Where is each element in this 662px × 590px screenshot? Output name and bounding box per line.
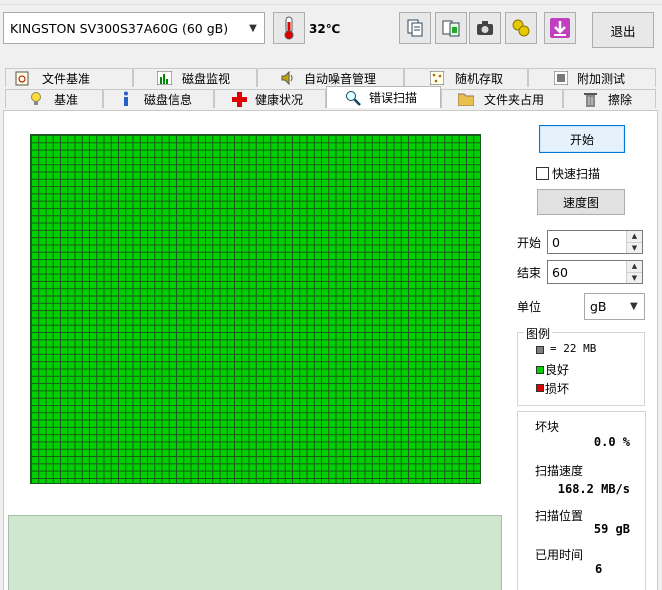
download-button[interactable] (544, 12, 576, 44)
end-position-value[interactable]: 60 (548, 261, 626, 283)
tab-disk-info[interactable]: 磁盘信息 (103, 89, 214, 108)
drive-select[interactable]: KINGSTON SV300S37A60G (60 gB) ▼ (3, 12, 265, 44)
bad-blocks-label: 坏块 (535, 420, 560, 434)
download-icon (550, 18, 570, 38)
scan-speed-value: 168.2 MB/s (557, 482, 630, 496)
tab-label: 自动噪音管理 (304, 71, 377, 86)
elapsed-time-value: 6 (595, 562, 603, 576)
elapsed-time-label: 已用时间 (535, 548, 584, 562)
start-position-value[interactable]: 0 (548, 231, 626, 253)
tab-label: 错误扫描 (369, 91, 418, 105)
tab-random-access[interactable]: 随机存取 (404, 68, 528, 87)
bad-blocks-value: 0.0 % (593, 435, 630, 449)
spin-up-icon[interactable]: ▲ (627, 261, 642, 273)
spin-up-icon[interactable]: ▲ (627, 231, 642, 243)
tab-label: 随机存取 (455, 71, 504, 86)
lightbulb-icon (28, 91, 44, 107)
tab-folder-usage[interactable]: 文件夹占用 (441, 89, 563, 108)
exit-button[interactable]: 退出 (592, 12, 654, 48)
unit-select-value: gB (590, 299, 607, 314)
quick-scan-checkbox[interactable] (536, 167, 549, 180)
tab-noise-management[interactable]: 自动噪音管理 (257, 68, 404, 87)
start-button[interactable]: 开始 (539, 125, 625, 153)
tab-label: 文件基准 (42, 71, 91, 86)
legend-block-size: = 22 MB (550, 342, 597, 355)
scan-log-area (8, 515, 502, 590)
temperature-button[interactable] (273, 12, 305, 44)
chevron-down-icon: ▼ (630, 301, 638, 312)
thermometer-icon (284, 16, 294, 40)
folder-icon (458, 91, 474, 107)
tab-label: 附加测试 (577, 71, 626, 86)
speed-map-button[interactable]: 速度图 (537, 189, 625, 215)
tab-file-benchmark[interactable]: 文件基准 (5, 68, 133, 87)
compare-icon (442, 20, 460, 37)
tab-label: 基准 (54, 92, 79, 107)
dots-icon (429, 70, 445, 86)
speaker-icon (280, 70, 296, 86)
tab-label: 擦除 (608, 92, 633, 107)
tab-disk-monitor[interactable]: 磁盘监视 (133, 68, 257, 87)
magnifier-icon (345, 90, 361, 106)
tab-benchmark[interactable]: 基准 (5, 89, 103, 108)
compare-button[interactable] (435, 12, 467, 44)
temperature-readout: 32℃ (309, 22, 341, 36)
quick-scan-label: 快速扫描 (552, 167, 601, 181)
scan-position-value: 59 gB (593, 522, 630, 536)
tab-erase[interactable]: 擦除 (563, 89, 656, 108)
legend-good-label: 良好 (545, 363, 570, 377)
tab-extra-tests[interactable]: 附加测试 (528, 68, 656, 87)
start-position-spinner[interactable]: 0 ▲ ▼ (547, 230, 643, 254)
tab-label: 健康状况 (255, 92, 304, 107)
copy-button[interactable] (399, 12, 431, 44)
tab-error-scan[interactable]: 错误扫描 (326, 86, 441, 108)
health-icon (512, 19, 530, 37)
chevron-down-icon: ▼ (249, 22, 257, 34)
extra-test-icon (553, 70, 569, 86)
unit-select[interactable]: gB ▼ (584, 293, 645, 320)
camera-icon (477, 21, 493, 35)
spin-down-icon[interactable]: ▼ (627, 272, 642, 283)
tab-label: 文件夹占用 (484, 92, 545, 107)
file-benchmark-icon (14, 70, 30, 86)
end-position-spinner[interactable]: 60 ▲ ▼ (547, 260, 643, 284)
start-position-label: 开始 (517, 236, 542, 250)
legend-title: 图例 (524, 325, 553, 342)
screenshot-button[interactable] (469, 12, 501, 44)
legend-bad-swatch (536, 384, 544, 392)
copy-icon (407, 19, 423, 37)
tab-health[interactable]: 健康状况 (214, 89, 326, 108)
tab-label: 磁盘信息 (144, 92, 193, 107)
trash-icon (582, 91, 598, 107)
red-cross-icon (231, 91, 247, 107)
legend-block-swatch (536, 346, 544, 354)
unit-label: 单位 (517, 300, 542, 314)
health-button[interactable] (505, 12, 537, 44)
info-icon (118, 91, 134, 107)
legend-bad-label: 损坏 (545, 382, 570, 396)
tab-label: 磁盘监视 (182, 71, 231, 86)
spin-down-icon[interactable]: ▼ (627, 242, 642, 253)
end-position-label: 结束 (517, 266, 542, 280)
chart-icon (156, 70, 172, 86)
scan-speed-label: 扫描速度 (535, 464, 584, 478)
scan-block-map (30, 134, 481, 484)
legend-good-swatch (536, 366, 544, 374)
drive-select-value: KINGSTON SV300S37A60G (60 gB) (10, 20, 229, 36)
